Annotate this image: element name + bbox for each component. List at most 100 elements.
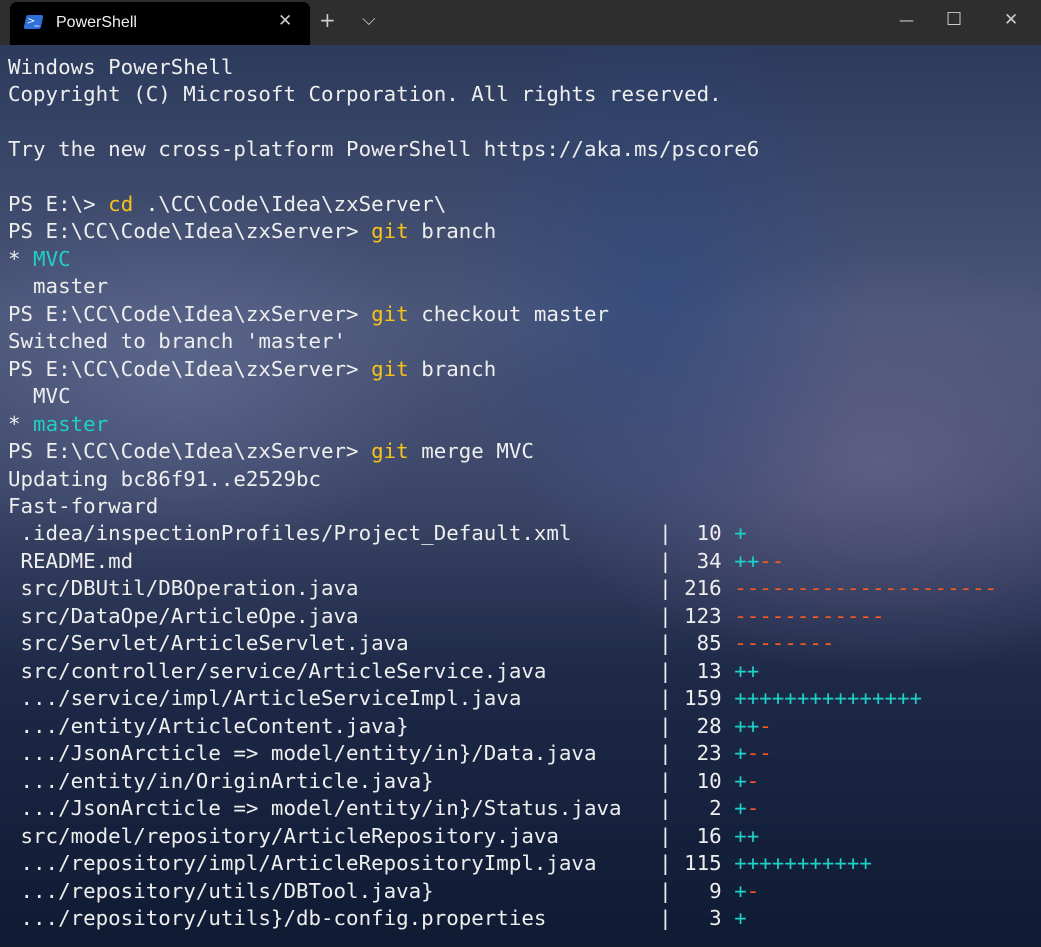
output-text: .\CC\Code\Idea\zxServer\ bbox=[133, 191, 447, 216]
terminal-line: .../repository/impl/ArticleRepositoryImp… bbox=[8, 850, 997, 877]
terminal-line: .../repository/utils/DBTool.java} | 9 +- bbox=[8, 878, 997, 905]
output-text: .../entity/in/OriginArticle.java} | 10 bbox=[8, 768, 735, 793]
output-text: src/DataOpe/ArticleOpe.java | 123 bbox=[8, 603, 735, 628]
insertions-bar: ++ bbox=[734, 548, 760, 573]
output-text: .../repository/utils/DBTool.java} | 9 bbox=[8, 878, 735, 903]
output-text: merge MVC bbox=[408, 439, 534, 464]
deletions-bar: -------- bbox=[734, 631, 835, 656]
insertions-bar: ++ bbox=[734, 658, 760, 683]
output-text: * bbox=[8, 246, 34, 271]
close-tab-icon[interactable]: ✕ bbox=[278, 11, 292, 31]
output-text: Windows PowerShell bbox=[8, 54, 234, 79]
output-text: .../repository/impl/ArticleRepositoryImp… bbox=[8, 851, 735, 876]
output-text: PS E:\CC\Code\Idea\zxServer> bbox=[8, 301, 372, 326]
terminal-line: Switched to branch 'master' bbox=[8, 328, 997, 355]
output-text: .idea/inspectionProfiles/Project_Default… bbox=[8, 521, 735, 546]
terminal-line: .../service/impl/ArticleServiceImpl.java… bbox=[8, 685, 997, 712]
terminal-line: * master bbox=[8, 411, 997, 438]
terminal-line: Windows PowerShell bbox=[8, 54, 997, 81]
output-text: PS E:\> bbox=[8, 191, 109, 216]
terminal-line: PS E:\CC\Code\Idea\zxServer> git checkou… bbox=[8, 301, 997, 328]
deletions-bar: - bbox=[746, 796, 760, 821]
output-text: Copyright (C) Microsoft Corporation. All… bbox=[8, 81, 722, 106]
minimize-button[interactable]: — bbox=[899, 8, 914, 32]
terminal-line: .idea/inspectionProfiles/Project_Default… bbox=[8, 520, 997, 547]
output-text: Updating bc86f91..e2529bc bbox=[8, 466, 322, 491]
insertions-bar: + bbox=[734, 906, 747, 931]
output-text: checkout master bbox=[408, 301, 610, 326]
chevron-down-icon[interactable]: ⌵ bbox=[362, 8, 376, 32]
terminal-line: .../entity/in/OriginArticle.java} | 10 +… bbox=[8, 768, 997, 795]
command-text: git bbox=[371, 219, 409, 244]
terminal-line: PS E:\CC\Code\Idea\zxServer> git branch bbox=[8, 356, 997, 383]
output-text: Fast-forward bbox=[8, 494, 159, 518]
output-text: Switched to branch 'master' bbox=[8, 329, 347, 354]
terminal-line: MVC bbox=[8, 383, 997, 410]
terminal-line: src/DBUtil/DBOperation.java | 216 ------… bbox=[8, 575, 998, 602]
terminal-line: Copyright (C) Microsoft Corporation. All… bbox=[8, 81, 997, 108]
terminal-line: PS E:\> cd .\CC\Code\Idea\zxServer\ bbox=[8, 191, 997, 218]
terminal-lines: Windows PowerShell Copyright (C) Microsof… bbox=[8, 54, 997, 933]
branch-name: MVC bbox=[33, 246, 71, 271]
terminal-line: src/DataOpe/ArticleOpe.java | 123 ------… bbox=[8, 603, 997, 630]
insertions-bar: + bbox=[734, 878, 747, 903]
output-text: src/Servlet/ArticleServlet.java | 85 bbox=[8, 631, 735, 656]
close-window-button[interactable]: ✕ bbox=[1004, 8, 1018, 32]
output-text: Try the new cross-platform PowerShell ht… bbox=[8, 136, 760, 161]
command-text: git bbox=[371, 439, 409, 464]
terminal-line: PS E:\CC\Code\Idea\zxServer> git branch bbox=[8, 218, 997, 245]
deletions-bar: - bbox=[759, 713, 772, 738]
insertions-bar: + bbox=[734, 796, 747, 821]
output-text: .../entity/ArticleContent.java} | 28 bbox=[8, 713, 735, 738]
output-text: src/DBUtil/DBOperation.java | 216 bbox=[8, 576, 735, 601]
deletions-bar: --------------------- bbox=[734, 576, 998, 601]
insertions-bar: + bbox=[734, 521, 747, 546]
output-text: src/controller/service/ArticleService.ja… bbox=[8, 658, 735, 683]
tab-powershell[interactable]: >_ PowerShell ✕ bbox=[10, 2, 310, 45]
insertions-bar: ++ bbox=[734, 823, 760, 848]
command-text: git bbox=[371, 356, 409, 381]
terminal-line: .../JsonArcticle => model/entity/in}/Dat… bbox=[8, 740, 997, 767]
command-text: cd bbox=[108, 191, 134, 216]
output-text: README.md | 34 bbox=[8, 548, 735, 573]
output-text: MVC bbox=[8, 384, 71, 409]
insertions-bar: +++++++++++++++ bbox=[734, 686, 923, 711]
output-text: .../JsonArcticle => model/entity/in}/Sta… bbox=[8, 796, 735, 821]
output-text: branch bbox=[408, 219, 497, 244]
insertions-bar: + bbox=[734, 768, 747, 793]
terminal-line: Fast-forward bbox=[8, 493, 997, 520]
terminal-line: Try the new cross-platform PowerShell ht… bbox=[8, 136, 997, 163]
command-text: git bbox=[371, 301, 409, 326]
tab-title: PowerShell bbox=[56, 14, 137, 31]
output-text: * bbox=[8, 411, 34, 436]
terminal-line: README.md | 34 ++-- bbox=[8, 548, 997, 575]
powershell-icon: >_ bbox=[23, 15, 44, 29]
output-text: master bbox=[8, 274, 109, 299]
insertions-bar: +++++++++++ bbox=[734, 851, 872, 876]
output-text: .../repository/utils}/db-config.properti… bbox=[8, 906, 735, 931]
terminal-line: src/Servlet/ArticleServlet.java | 85 ---… bbox=[8, 630, 997, 657]
output-text: PS E:\CC\Code\Idea\zxServer> bbox=[8, 219, 372, 244]
terminal-line: master bbox=[8, 273, 997, 300]
deletions-bar: - bbox=[746, 878, 760, 903]
terminal-line: src/model/repository/ArticleRepository.j… bbox=[8, 823, 997, 850]
new-tab-button[interactable]: + bbox=[319, 8, 336, 32]
branch-name: master bbox=[33, 411, 109, 436]
output-text: .../JsonArcticle => model/entity/in}/Dat… bbox=[8, 741, 735, 766]
deletions-bar: -- bbox=[746, 741, 772, 766]
terminal-line: Updating bc86f91..e2529bc bbox=[8, 466, 997, 493]
terminal-line: src/controller/service/ArticleService.ja… bbox=[8, 658, 997, 685]
terminal-line: .../repository/utils}/db-config.properti… bbox=[8, 905, 997, 932]
title-bar: >_ PowerShell ✕ + ⌵ — ☐ ✕ bbox=[0, 0, 1041, 45]
output-text: src/model/repository/ArticleRepository.j… bbox=[8, 823, 735, 848]
terminal-line: .../entity/ArticleContent.java} | 28 ++- bbox=[8, 713, 997, 740]
terminal-output[interactable]: Windows PowerShell Copyright (C) Microsof… bbox=[0, 45, 1041, 947]
terminal-line: PS E:\CC\Code\Idea\zxServer> git merge M… bbox=[8, 438, 997, 465]
terminal-line: * MVC bbox=[8, 246, 997, 273]
deletions-bar: ------------ bbox=[734, 603, 885, 628]
output-text: PS E:\CC\Code\Idea\zxServer> bbox=[8, 439, 372, 464]
maximize-button[interactable]: ☐ bbox=[946, 8, 962, 32]
terminal-line: .../JsonArcticle => model/entity/in}/Sta… bbox=[8, 795, 997, 822]
output-text: branch bbox=[408, 356, 497, 381]
